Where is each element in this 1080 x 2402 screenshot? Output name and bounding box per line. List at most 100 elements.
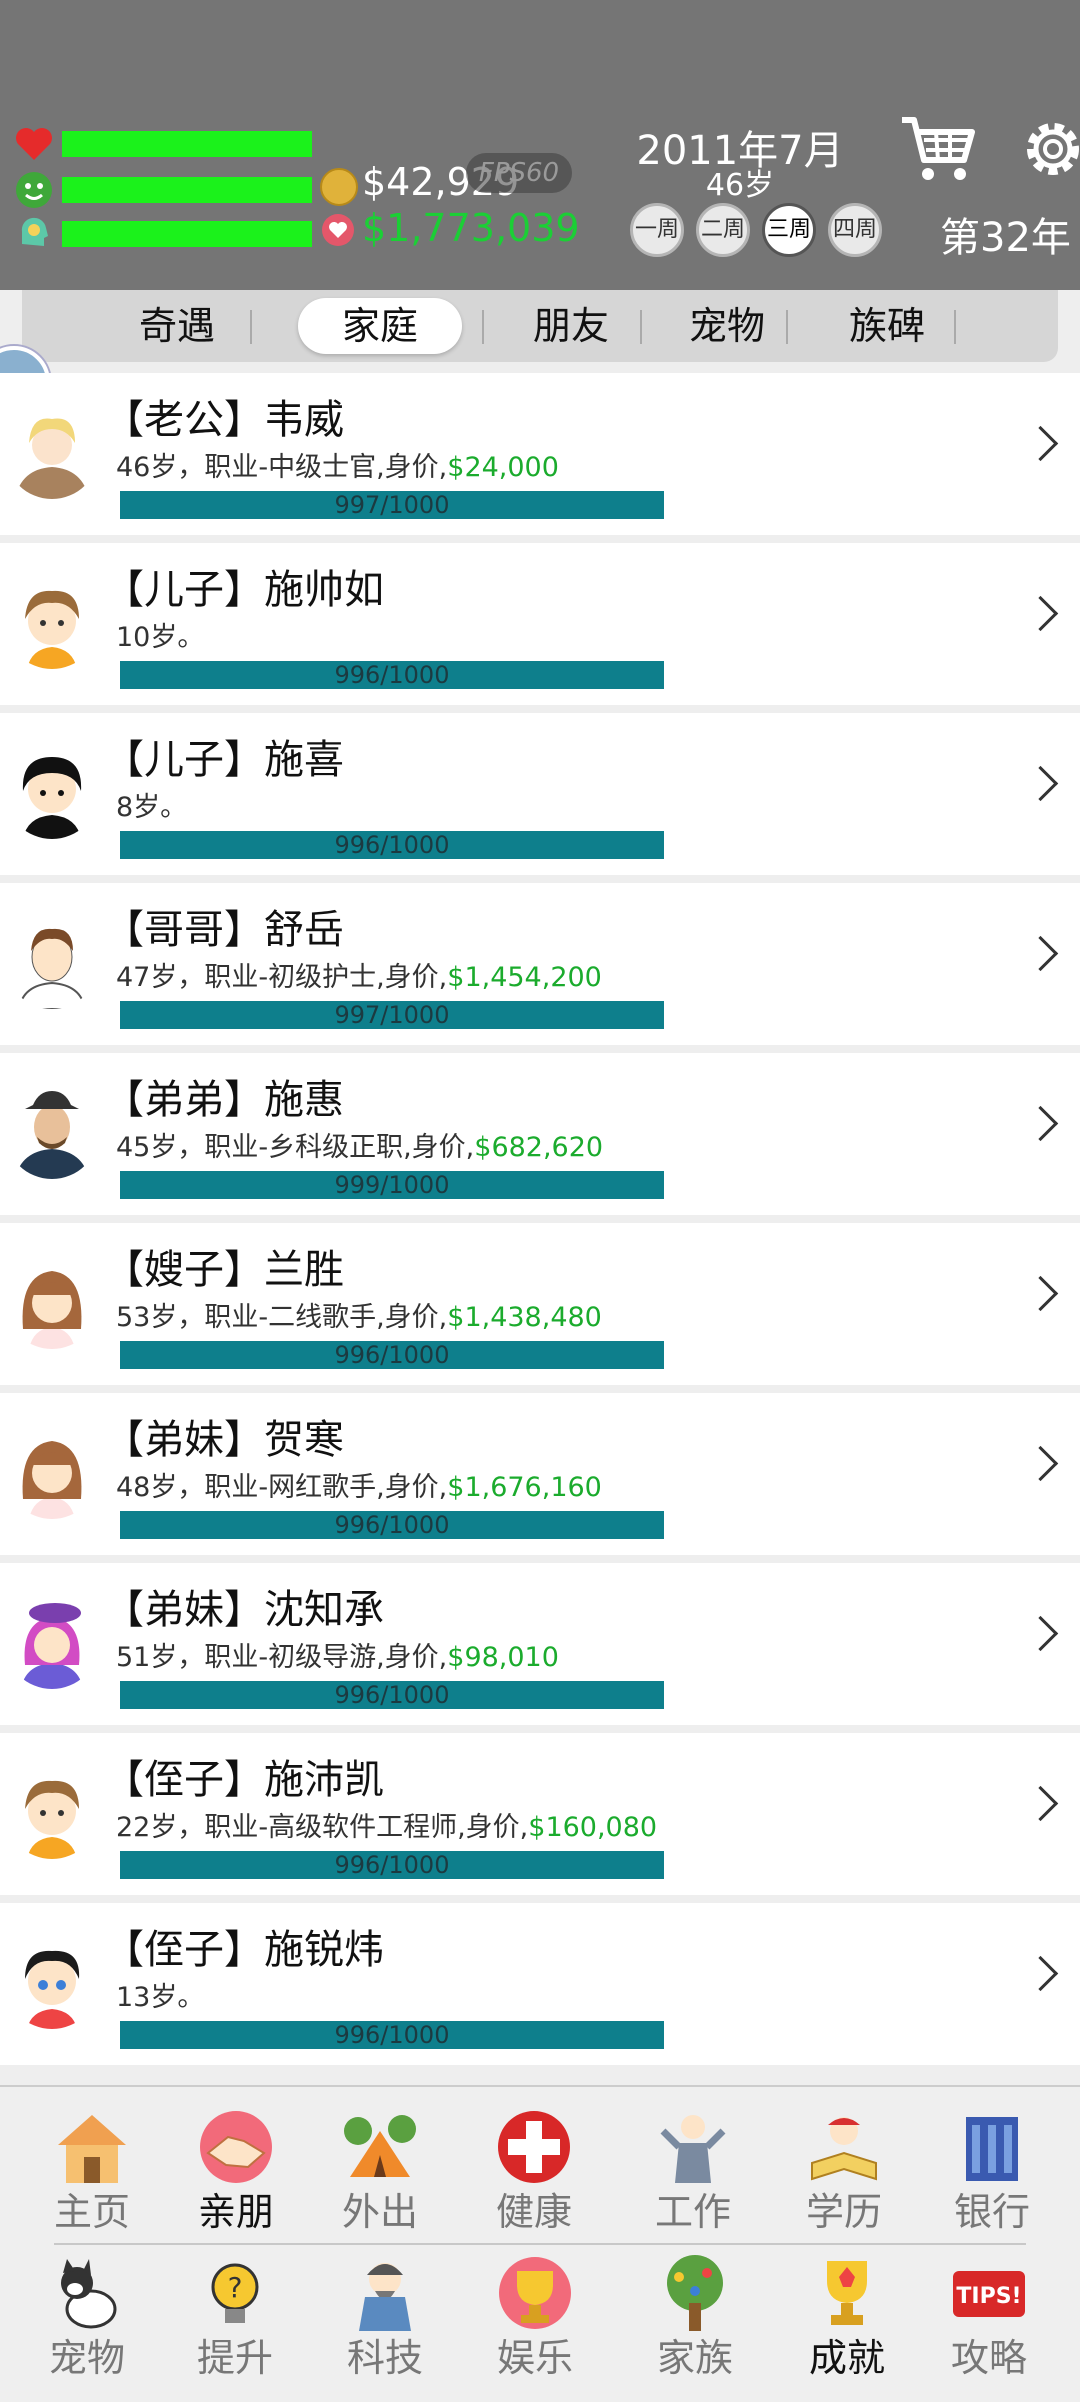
relationship-bar: 997/1000 xyxy=(120,491,664,519)
tab-divider xyxy=(640,310,642,344)
cart-icon[interactable] xyxy=(898,110,978,190)
tab-friends[interactable]: 朋友 xyxy=(506,298,636,354)
member-info: 22岁，职业-高级软件工程师,身价,$160,080 xyxy=(116,1812,658,1843)
nav-home[interactable]: 主页 xyxy=(27,2095,157,2245)
nav-health[interactable]: 健康 xyxy=(469,2095,599,2245)
chevron-right-icon[interactable] xyxy=(1022,1785,1059,1822)
member-row[interactable]: 【老公】韦威 46岁，职业-中级士官,身价,$24,000 997/1000 xyxy=(0,373,1080,535)
avatar xyxy=(5,1085,99,1179)
avatar xyxy=(5,575,99,669)
member-name: 【老公】韦威 xyxy=(104,397,344,443)
relationship-bar: 996/1000 xyxy=(120,2021,664,2049)
happiness-bar xyxy=(62,177,312,203)
nav-improve[interactable]: ? 提升 xyxy=(170,2241,300,2391)
chevron-right-icon[interactable] xyxy=(1022,1445,1059,1482)
member-row[interactable]: 【嫂子】兰胜 53岁，职业-二线歌手,身价,$1,438,480 996/100… xyxy=(0,1223,1080,1385)
member-info: 8岁。 xyxy=(116,792,188,823)
relationship-bar: 996/1000 xyxy=(120,1511,664,1539)
tab-family-stele[interactable]: 族碑 xyxy=(822,298,952,354)
chevron-right-icon[interactable] xyxy=(1022,425,1059,462)
member-value: $24,000 xyxy=(447,452,559,483)
nav-technology[interactable]: 科技 xyxy=(320,2241,450,2391)
relationship-value: 996/1000 xyxy=(334,1681,450,1709)
tab-divider xyxy=(786,310,788,344)
member-row[interactable]: 【儿子】施喜 8岁。 996/1000 xyxy=(0,713,1080,875)
nav-relatives[interactable]: 亲朋 xyxy=(171,2095,301,2245)
member-row[interactable]: 【哥哥】舒岳 47岁，职业-初级护士,身价,$1,454,200 997/100… xyxy=(0,883,1080,1045)
avatar xyxy=(5,405,99,499)
worker-icon xyxy=(653,2107,733,2187)
tent-icon xyxy=(340,2107,420,2187)
fps-counter: FPS60 xyxy=(466,153,572,193)
tab-family[interactable]: 家庭 xyxy=(298,298,462,354)
nav-outing[interactable]: 外出 xyxy=(315,2095,445,2245)
svg-text:?: ? xyxy=(228,2271,243,2304)
health-bar xyxy=(62,131,312,157)
member-name: 【侄子】施沛凯 xyxy=(104,1757,384,1803)
member-row[interactable]: 【弟弟】施惠 45岁，职业-乡科级正职,身价,$682,620 999/1000 xyxy=(0,1053,1080,1215)
relationship-bar: 996/1000 xyxy=(120,831,664,859)
lightbulb-icon: ? xyxy=(195,2253,275,2333)
chevron-right-icon[interactable] xyxy=(1022,1275,1059,1312)
nav-entertainment[interactable]: 娱乐 xyxy=(470,2241,600,2391)
member-info: 45岁，职业-乡科级正职,身价,$682,620 xyxy=(116,1132,604,1163)
player-age: 46岁 xyxy=(705,168,775,203)
trophy-cup-icon xyxy=(495,2253,575,2333)
brain-icon xyxy=(14,214,54,254)
chevron-right-icon[interactable] xyxy=(1022,1105,1059,1142)
member-row[interactable]: 【侄子】施锐炜 13岁。 996/1000 xyxy=(0,1903,1080,2065)
avatar xyxy=(5,1765,99,1859)
week-1-button[interactable]: 一周 xyxy=(630,203,684,257)
house-icon xyxy=(52,2107,132,2187)
chevron-right-icon[interactable] xyxy=(1022,935,1059,972)
tab-encounter[interactable]: 奇遇 xyxy=(112,298,242,354)
chevron-right-icon[interactable] xyxy=(1022,765,1059,802)
member-row[interactable]: 【侄子】施沛凯 22岁，职业-高级软件工程师,身价,$160,080 996/1… xyxy=(0,1733,1080,1895)
relationship-bar: 996/1000 xyxy=(120,1341,664,1369)
tab-divider xyxy=(954,310,956,344)
member-value: $1,454,200 xyxy=(447,962,602,993)
week-4-button[interactable]: 四周 xyxy=(828,203,882,257)
member-name: 【侄子】施锐炜 xyxy=(104,1927,384,1973)
member-name: 【哥哥】舒岳 xyxy=(104,907,344,953)
relationship-bar: 996/1000 xyxy=(120,661,664,689)
nav-pets[interactable]: 宠物 xyxy=(22,2241,152,2391)
member-value: $98,010 xyxy=(447,1642,559,1673)
week-2-button[interactable]: 二周 xyxy=(696,203,750,257)
tips-icon: TIPS! xyxy=(949,2253,1029,2333)
nav-education[interactable]: 学历 xyxy=(779,2095,909,2245)
member-name: 【儿子】施喜 xyxy=(104,737,344,783)
chevron-right-icon[interactable] xyxy=(1022,1615,1059,1652)
avatar xyxy=(5,1935,99,2029)
member-row[interactable]: 【弟妹】沈知承 51岁，职业-初级导游,身价,$98,010 996/1000 xyxy=(0,1563,1080,1725)
nav-achievements[interactable]: 成就 xyxy=(782,2241,912,2391)
week-3-button[interactable]: 三周 xyxy=(762,203,816,257)
relationship-value: 997/1000 xyxy=(334,1001,450,1029)
relationship-value: 997/1000 xyxy=(334,491,450,519)
family-tree-icon xyxy=(655,2253,735,2333)
member-name: 【嫂子】兰胜 xyxy=(104,1247,344,1293)
tab-divider xyxy=(250,310,252,344)
member-value: $160,080 xyxy=(528,1812,658,1843)
chevron-right-icon[interactable] xyxy=(1022,595,1059,632)
nav-work[interactable]: 工作 xyxy=(628,2095,758,2245)
relationship-bar: 996/1000 xyxy=(120,1681,664,1709)
nav-guide[interactable]: TIPS! 攻略 xyxy=(924,2241,1054,2391)
tab-pets[interactable]: 宠物 xyxy=(662,298,792,354)
happiness-icon xyxy=(14,170,54,210)
member-name: 【弟妹】贺寒 xyxy=(104,1417,344,1463)
dog-icon xyxy=(47,2253,127,2333)
member-row[interactable]: 【弟妹】贺寒 48岁，职业-网红歌手,身价,$1,676,160 996/100… xyxy=(0,1393,1080,1555)
svg-text:TIPS!: TIPS! xyxy=(956,2284,1021,2309)
nav-bank[interactable]: 银行 xyxy=(927,2095,1057,2245)
member-row[interactable]: 【儿子】施帅如 10岁。 996/1000 xyxy=(0,543,1080,705)
member-name: 【弟妹】沈知承 xyxy=(104,1587,384,1633)
chevron-right-icon[interactable] xyxy=(1022,1955,1059,1992)
relationship-value: 996/1000 xyxy=(334,831,450,859)
member-name: 【儿子】施帅如 xyxy=(104,567,384,613)
nav-clan[interactable]: 家族 xyxy=(630,2241,760,2391)
avatar xyxy=(5,745,99,839)
member-name: 【弟弟】施惠 xyxy=(104,1077,344,1123)
member-info: 51岁，职业-初级导游,身价,$98,010 xyxy=(116,1642,559,1673)
settings-gear-icon[interactable] xyxy=(1018,114,1080,184)
